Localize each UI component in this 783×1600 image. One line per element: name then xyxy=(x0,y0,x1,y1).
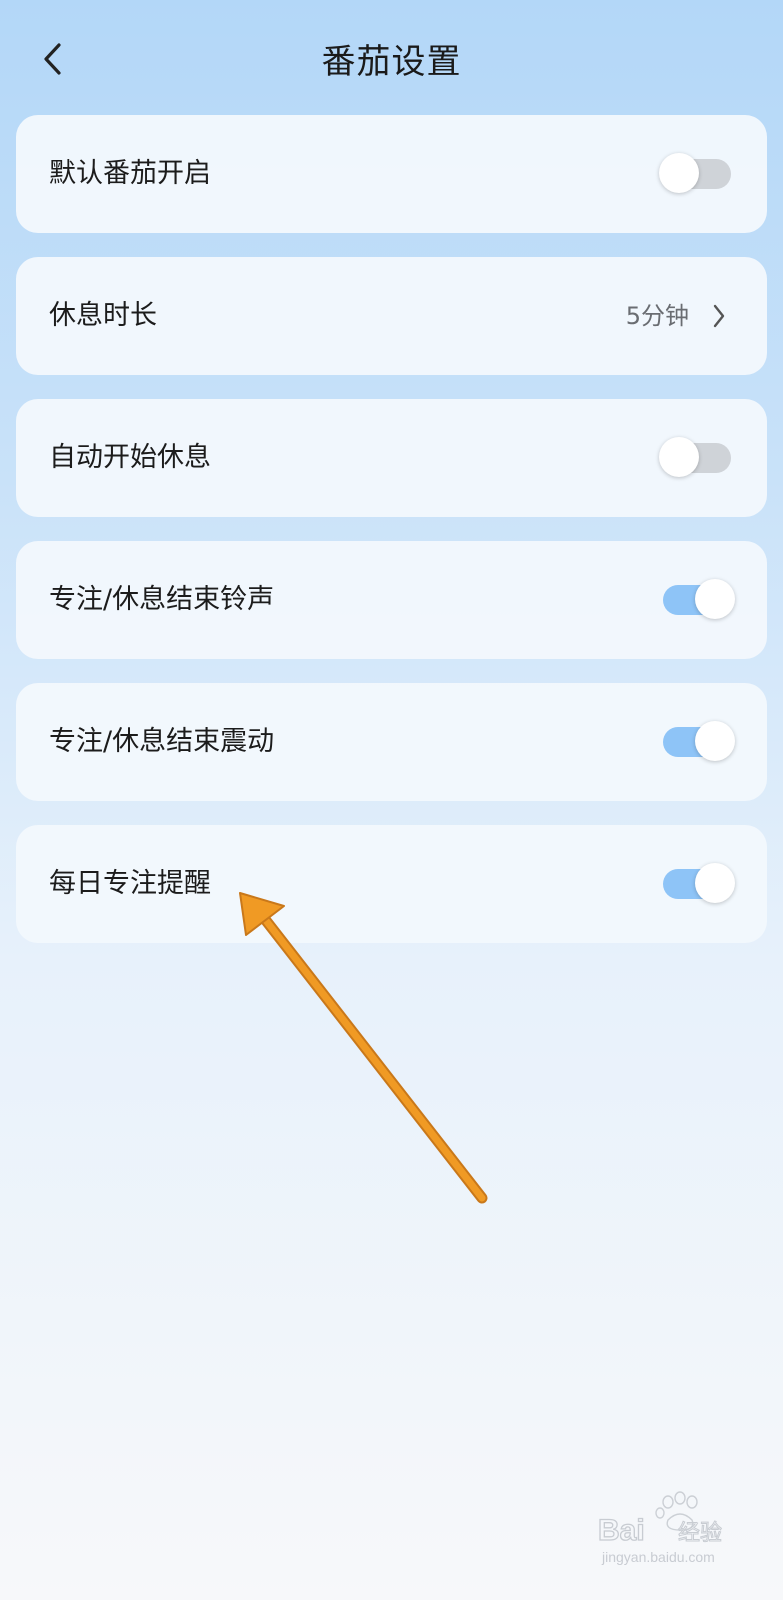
setting-daily-focus-reminder[interactable]: 每日专注提醒 xyxy=(16,825,767,943)
toggle-knob xyxy=(659,437,699,477)
toggle-knob xyxy=(695,721,735,761)
chevron-right-icon xyxy=(713,304,725,328)
svg-text:经验: 经验 xyxy=(678,1521,722,1546)
setting-label: 专注/休息结束震动 xyxy=(49,726,275,757)
toggle-knob xyxy=(695,579,735,619)
toggle-knob xyxy=(695,863,735,903)
setting-label: 自动开始休息 xyxy=(49,442,211,473)
setting-end-vibration[interactable]: 专注/休息结束震动 xyxy=(16,683,767,801)
setting-auto-start-break[interactable]: 自动开始休息 xyxy=(16,399,767,517)
header: 番茄设置 xyxy=(0,0,783,116)
toggle-switch[interactable] xyxy=(663,863,735,903)
baidu-jingyan-watermark: Bai 经验 jingyan.baidu.com xyxy=(598,1491,723,1565)
toggle-switch[interactable] xyxy=(663,579,735,619)
settings-list: 默认番茄开启 休息时长 5分钟 自动开始休息 专注/休息结束铃声 专注/休息结束… xyxy=(16,115,767,967)
setting-label: 每日专注提醒 xyxy=(49,868,211,899)
toggle-switch[interactable] xyxy=(659,153,731,193)
svg-text:Bai: Bai xyxy=(598,1514,645,1547)
setting-end-ringtone[interactable]: 专注/休息结束铃声 xyxy=(16,541,767,659)
setting-label: 休息时长 xyxy=(49,300,157,331)
page-title: 番茄设置 xyxy=(321,42,462,82)
setting-label: 专注/休息结束铃声 xyxy=(49,584,275,615)
setting-default-pomodoro[interactable]: 默认番茄开启 xyxy=(16,115,767,233)
setting-break-duration[interactable]: 休息时长 5分钟 xyxy=(16,257,767,375)
toggle-switch[interactable] xyxy=(663,721,735,761)
svg-text:jingyan.baidu.com: jingyan.baidu.com xyxy=(601,1549,715,1565)
setting-value: 5分钟 xyxy=(625,302,689,330)
setting-label: 默认番茄开启 xyxy=(49,158,211,189)
toggle-knob xyxy=(659,153,699,193)
toggle-switch[interactable] xyxy=(659,437,731,477)
